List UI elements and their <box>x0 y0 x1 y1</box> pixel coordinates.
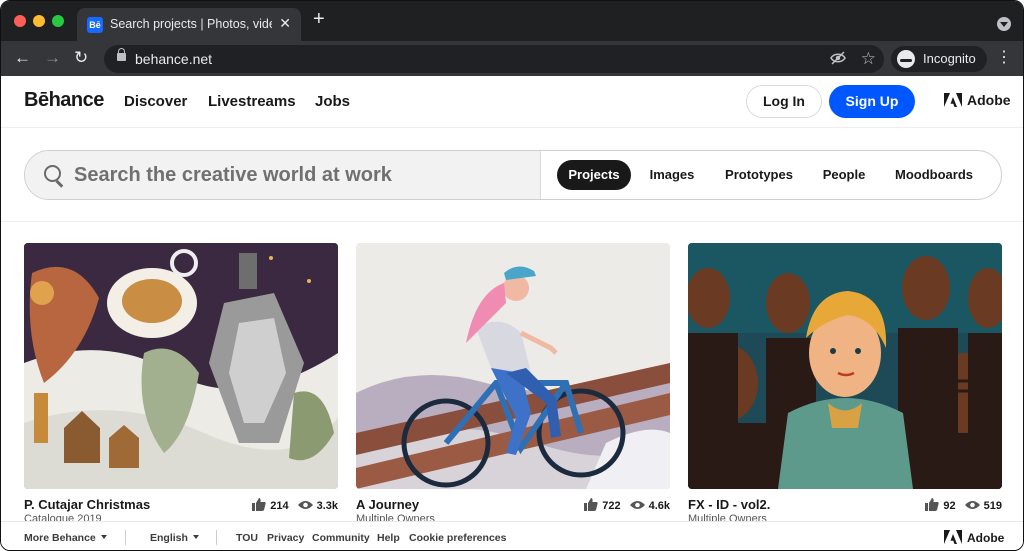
nav-jobs[interactable]: Jobs <box>315 93 350 110</box>
footer-link-privacy[interactable]: Privacy <box>267 532 304 544</box>
chevron-down-icon <box>192 535 199 539</box>
tab-search-icon[interactable] <box>997 17 1011 31</box>
project-thumbnail[interactable] <box>688 243 1002 489</box>
view-count: 3.3k <box>316 500 338 512</box>
like-count: 92 <box>943 500 956 512</box>
more-behance-label: More Behance <box>24 532 96 544</box>
url-text: behance.net <box>135 51 213 67</box>
search-bar: Search the creative world at work Projec… <box>24 150 1002 200</box>
filter-moodboards[interactable]: Moodboards <box>891 160 977 190</box>
adobe-logo-icon <box>944 93 962 107</box>
view-count: 4.6k <box>648 500 670 512</box>
footer-adobe-label: Adobe <box>967 531 1005 545</box>
footer-link-help[interactable]: Help <box>377 532 400 544</box>
language-dropdown[interactable]: English <box>150 532 199 544</box>
incognito-label: Incognito <box>923 51 976 66</box>
project-thumbnail[interactable] <box>356 243 670 489</box>
lock-icon <box>117 48 126 61</box>
adobe-link[interactable]: Adobe <box>944 92 1011 108</box>
footer-link-cookie-preferences[interactable]: Cookie preferences <box>409 532 506 544</box>
project-card[interactable]: FX - ID - vol2. Multiple Owners 92 519 <box>688 243 1002 525</box>
like-count: 722 <box>602 500 621 512</box>
card-stats: 92 519 <box>925 498 1002 514</box>
card-title[interactable]: P. Cutajar Christmas <box>24 497 150 512</box>
bookmark-star-icon[interactable]: ☆ <box>861 49 876 69</box>
adobe-logo-icon <box>944 530 962 544</box>
search-input[interactable]: Search the creative world at work <box>25 151 541 199</box>
eye-off-icon[interactable] <box>830 51 846 68</box>
site-header: Bēhance Discover Livestreams Jobs Log In… <box>1 76 1023 128</box>
minimize-window-button[interactable] <box>33 15 45 27</box>
browser-menu-icon[interactable]: ⋮ <box>996 50 1012 66</box>
chevron-down-icon <box>100 535 107 539</box>
card-stats: 214 3.3k <box>252 498 338 514</box>
address-bar[interactable]: behance.net ☆ <box>104 45 884 73</box>
browser-tab-bar: Bē Search projects | Photos, videos ✕ + <box>1 1 1023 41</box>
filter-people[interactable]: People <box>817 160 871 190</box>
project-card[interactable]: A Journey Multiple Owners 722 4.6k <box>356 243 670 525</box>
browser-tab[interactable]: Bē Search projects | Photos, videos ✕ <box>77 8 301 41</box>
back-arrow-icon[interactable]: ← <box>14 49 31 66</box>
behance-favicon-icon: Bē <box>87 17 103 33</box>
site-footer: More Behance English TOU Privacy Communi… <box>1 521 1023 550</box>
nav-livestreams[interactable]: Livestreams <box>208 93 296 110</box>
behance-logo[interactable]: Bēhance <box>24 89 104 112</box>
footer-adobe-link[interactable]: Adobe <box>944 530 1004 545</box>
adobe-label: Adobe <box>967 92 1011 108</box>
footer-divider <box>216 530 217 545</box>
search-section: Search the creative world at work Projec… <box>1 128 1023 222</box>
filter-images[interactable]: Images <box>645 160 699 190</box>
card-title[interactable]: FX - ID - vol2. <box>688 497 770 512</box>
reload-icon[interactable]: ↻ <box>74 49 88 66</box>
like-count: 214 <box>270 500 289 512</box>
search-icon <box>44 165 61 182</box>
project-card[interactable]: P. Cutajar Christmas Catalogue 2019 214 3… <box>24 243 338 525</box>
close-tab-icon[interactable]: ✕ <box>279 15 291 32</box>
eye-icon <box>621 500 649 513</box>
view-count: 519 <box>983 500 1002 512</box>
footer-divider <box>125 530 126 545</box>
eye-icon <box>289 500 317 513</box>
thumbs-up-icon <box>925 498 943 514</box>
card-title[interactable]: A Journey <box>356 497 419 512</box>
forward-arrow-icon[interactable]: → <box>44 49 61 66</box>
incognito-indicator[interactable]: Incognito <box>891 46 987 72</box>
footer-link-community[interactable]: Community <box>312 532 370 544</box>
language-label: English <box>150 532 188 544</box>
thumbs-up-icon <box>584 498 602 514</box>
footer-link-tou[interactable]: TOU <box>236 532 258 544</box>
close-window-button[interactable] <box>14 15 26 27</box>
card-stats: 722 4.6k <box>584 498 670 514</box>
filter-prototypes[interactable]: Prototypes <box>719 160 799 190</box>
thumbs-up-icon <box>252 498 270 514</box>
tab-title: Search projects | Photos, videos <box>110 17 272 31</box>
browser-toolbar: ← → ↻ behance.net ☆ Incognito ⋮ <box>1 41 1023 76</box>
browser-window: Bē Search projects | Photos, videos ✕ + … <box>0 0 1024 551</box>
signup-button[interactable]: Sign Up <box>829 85 915 118</box>
new-tab-icon[interactable]: + <box>313 9 325 29</box>
nav-discover[interactable]: Discover <box>124 93 187 110</box>
project-thumbnail[interactable] <box>24 243 338 489</box>
eye-icon <box>956 500 984 513</box>
login-button[interactable]: Log In <box>746 85 822 118</box>
incognito-icon <box>897 50 915 68</box>
more-behance-dropdown[interactable]: More Behance <box>24 532 107 544</box>
filter-projects[interactable]: Projects <box>557 160 631 190</box>
maximize-window-button[interactable] <box>52 15 64 27</box>
search-placeholder: Search the creative world at work <box>74 164 392 186</box>
